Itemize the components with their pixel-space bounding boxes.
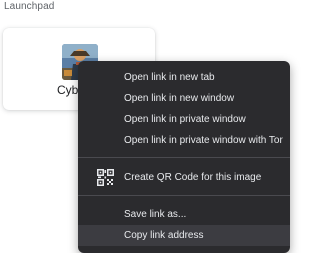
menu-item-save-link-as[interactable]: Save link as...: [78, 204, 290, 225]
menu-item-open-private-window-tor[interactable]: Open link in private window with Tor: [78, 130, 290, 151]
menu-item-create-qr-code[interactable]: Create QR Code for this image: [78, 167, 290, 188]
menu-item-label: Open link in private window: [124, 114, 246, 125]
menu-separator: [78, 195, 290, 196]
menu-item-open-private-window[interactable]: Open link in private window: [78, 109, 290, 130]
menu-item-label: Open link in new window: [124, 93, 235, 104]
menu-item-open-new-window[interactable]: Open link in new window: [78, 88, 290, 109]
qr-code-icon: [97, 169, 114, 186]
menu-item-copy-link-address[interactable]: Copy link address: [78, 225, 290, 246]
menu-item-label: Save link as...: [124, 209, 187, 220]
menu-item-label: Copy link address: [124, 230, 204, 241]
menu-item-label: Open link in new tab: [124, 72, 215, 83]
menu-item-label: Create QR Code for this image: [124, 172, 262, 183]
menu-item-label: Open link in private window with Tor: [124, 135, 283, 146]
section-title: Launchpad: [4, 1, 55, 12]
context-menu: Open link in new tab Open link in new wi…: [78, 61, 290, 253]
menu-item-open-new-tab[interactable]: Open link in new tab: [78, 67, 290, 88]
menu-separator: [78, 157, 290, 158]
